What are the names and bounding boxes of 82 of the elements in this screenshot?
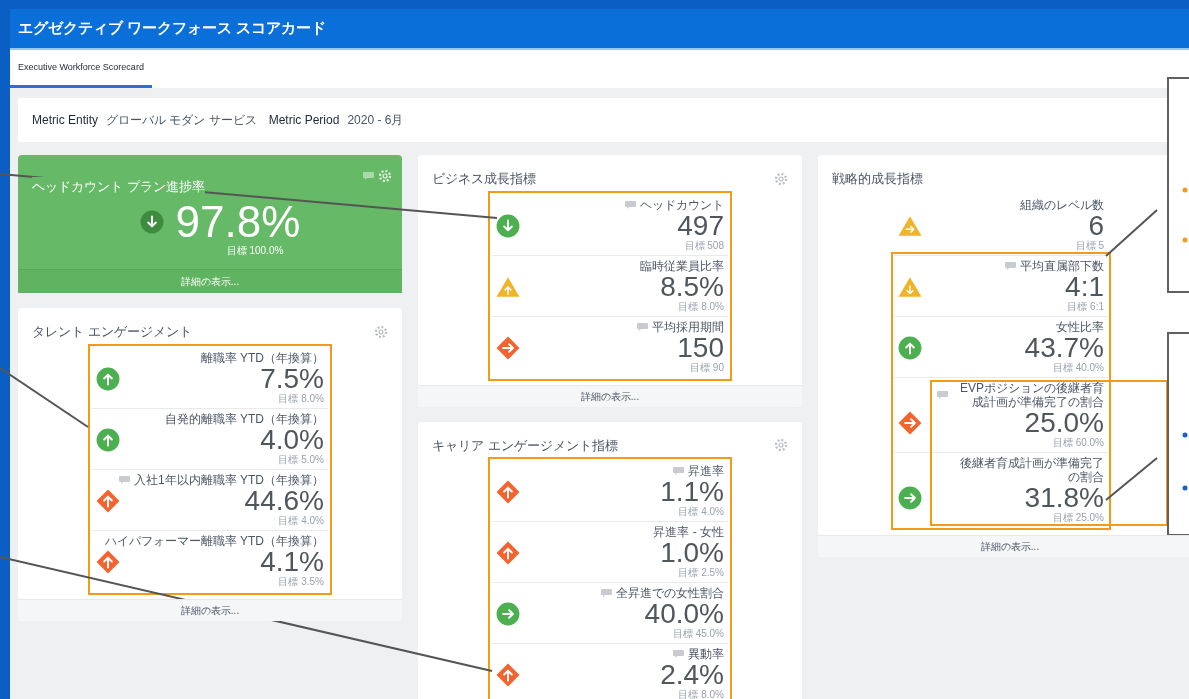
filter-label: Metric Period	[268, 112, 340, 129]
metric-value: 2.4%	[660, 661, 724, 689]
metric-label: ヘッドカウント	[640, 197, 724, 212]
comment-icon[interactable]	[625, 200, 636, 209]
metric-label: ハイパフォーマー離職率 YTD（年換算）	[104, 533, 324, 548]
metric-target: 目標 8.0%	[678, 300, 724, 313]
metric-label: 組織のレベル数	[1020, 197, 1104, 212]
comment-icon[interactable]	[363, 172, 374, 180]
bullet-dot	[1182, 187, 1188, 193]
details-link[interactable]: 詳細の表示...	[418, 384, 802, 407]
metric-target: 目標 60.0%	[1052, 436, 1104, 449]
metric-target: 目標 5.0%	[278, 453, 324, 466]
metric-target: 目標 4.0%	[278, 514, 324, 527]
card-title: 戦略的成長指標	[832, 170, 923, 188]
metric-value: 1.0%	[660, 539, 724, 567]
metric-target: 目標 508	[684, 239, 724, 252]
filter-value: グローバル モダン サービス	[106, 112, 257, 129]
metric-label: 離職率 YTD（年換算）	[200, 350, 324, 365]
settings-icon[interactable]	[774, 171, 788, 186]
metric-label: 自発的離職率 YTD（年換算）	[164, 411, 324, 426]
metric-target: 目標 25.0%	[1052, 511, 1104, 524]
metric-value: 43.7%	[1024, 333, 1104, 362]
metric-label: 入社1年以内離職率 YTD（年換算）	[134, 472, 324, 487]
metric-value: 6	[1088, 211, 1104, 240]
metric-label: 女性比率	[1056, 319, 1104, 334]
metric-label: EVPポジションの後継者育成計画が準備完了の割合	[959, 380, 1104, 409]
metric-target: 目標 45.0%	[672, 628, 724, 640]
bullet-dot	[1182, 432, 1188, 438]
metric-label: 異動率	[688, 647, 724, 661]
window-title: エグゼクティブ ワークフォース スコアカード	[18, 18, 327, 39]
metric-target: 目標 40.0%	[1052, 361, 1104, 374]
tab[interactable]: Executive Workforce Scorecard	[10, 50, 152, 88]
metric-value: 31.8%	[1024, 483, 1104, 512]
settings-icon[interactable]	[374, 324, 388, 339]
comment-icon[interactable]	[637, 322, 648, 331]
metric-value: 4.1%	[260, 547, 324, 576]
bullet-dot	[1182, 237, 1188, 243]
metric-target: 目標 8.0%	[278, 392, 324, 405]
metric-value: 25.0%	[1024, 408, 1104, 437]
comment-icon[interactable]	[601, 589, 612, 597]
metric-target: 目標 8.0%	[678, 689, 724, 699]
settings-icon[interactable]	[774, 438, 788, 453]
card-title: キャリア エンゲージメント指標	[432, 436, 618, 455]
metric-value: 4.0%	[260, 425, 324, 454]
metric-target: 目標 6:1	[1067, 300, 1104, 313]
comment-icon[interactable]	[673, 467, 684, 475]
metric-label: 全昇進での女性割合	[616, 586, 724, 600]
details-link[interactable]: 詳細の表示...	[818, 534, 1189, 557]
metric-value: 97.8%	[175, 198, 301, 245]
metric-target: 目標 2.5%	[678, 567, 724, 579]
metric-value: 150	[677, 333, 724, 362]
comment-icon[interactable]	[937, 390, 948, 399]
metric-label: 昇進率 - 女性	[653, 525, 724, 539]
metric-label: 後継者育成計画が準備完了の割合	[959, 455, 1104, 484]
card-title: タレント エンゲージメント	[32, 323, 192, 341]
metric-label: 昇進率	[688, 464, 724, 478]
metric-target: 目標 100.0%	[226, 244, 284, 257]
filter-value: 2020 - 6月	[347, 112, 404, 129]
filter-label: Metric Entity	[32, 112, 98, 129]
leader-line	[1105, 209, 1158, 257]
metric-label: 平均直属部下数	[1020, 258, 1104, 273]
comment-icon[interactable]	[1005, 261, 1016, 270]
metric-target: 目標 4.0%	[678, 506, 724, 518]
metric-value: 40.0%	[644, 600, 724, 628]
metric-value: 44.6%	[244, 486, 324, 515]
leader-line	[1105, 457, 1158, 501]
metric-value: 1.1%	[660, 478, 724, 506]
comment-icon[interactable]	[119, 475, 130, 484]
details-link[interactable]: 詳細の表示...	[18, 598, 402, 621]
metric-value: 4:1	[1065, 272, 1104, 301]
metric-label: 平均採用期間	[652, 319, 724, 334]
metric-label: 臨時従業員比率	[640, 258, 724, 273]
metric-target: 目標 90	[690, 361, 724, 374]
card-title: ヘッドカウント プラン進捗率	[32, 177, 205, 197]
metric-value: 8.5%	[660, 272, 724, 301]
metric-value: 497	[677, 211, 724, 240]
metric-value: 7.5%	[260, 364, 324, 393]
metric-target: 目標 3.5%	[278, 575, 324, 588]
card-title: ビジネス成長指標	[432, 170, 536, 188]
bullet-dot	[1182, 485, 1188, 491]
metric-target: 目標 5	[1075, 239, 1104, 252]
comment-icon[interactable]	[673, 650, 684, 658]
